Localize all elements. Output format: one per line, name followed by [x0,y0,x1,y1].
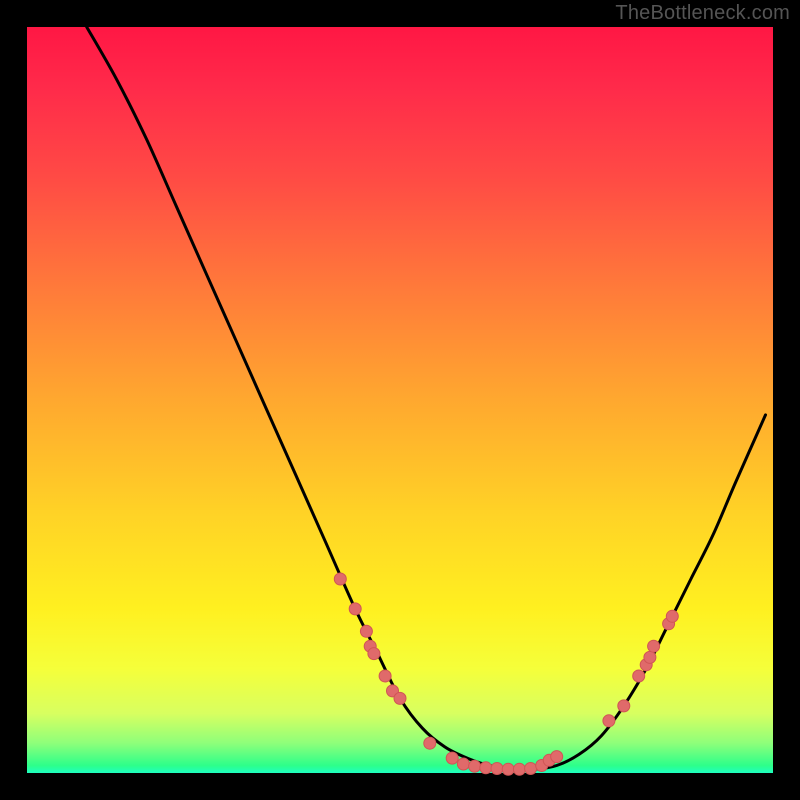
curve-svg [27,27,773,773]
data-marker [446,752,458,764]
data-marker [644,651,656,663]
data-marker [513,763,525,775]
data-marker [469,760,481,772]
data-marker [334,573,346,585]
data-marker [368,648,380,660]
chart-frame: TheBottleneck.com [0,0,800,800]
data-marker [633,670,645,682]
data-marker [424,737,436,749]
plot-area [27,27,773,773]
data-marker [618,700,630,712]
data-marker [551,751,563,763]
data-marker [525,763,537,775]
data-marker [603,715,615,727]
data-marker [480,762,492,774]
data-marker [379,670,391,682]
watermark-text: TheBottleneck.com [615,2,790,25]
data-marker [648,640,660,652]
data-marker [666,610,678,622]
data-markers [334,573,678,775]
data-marker [491,763,503,775]
data-marker [349,603,361,615]
data-marker [360,625,372,637]
data-marker [457,758,469,770]
data-marker [502,763,514,775]
data-marker [394,692,406,704]
bottleneck-curve [87,27,766,769]
